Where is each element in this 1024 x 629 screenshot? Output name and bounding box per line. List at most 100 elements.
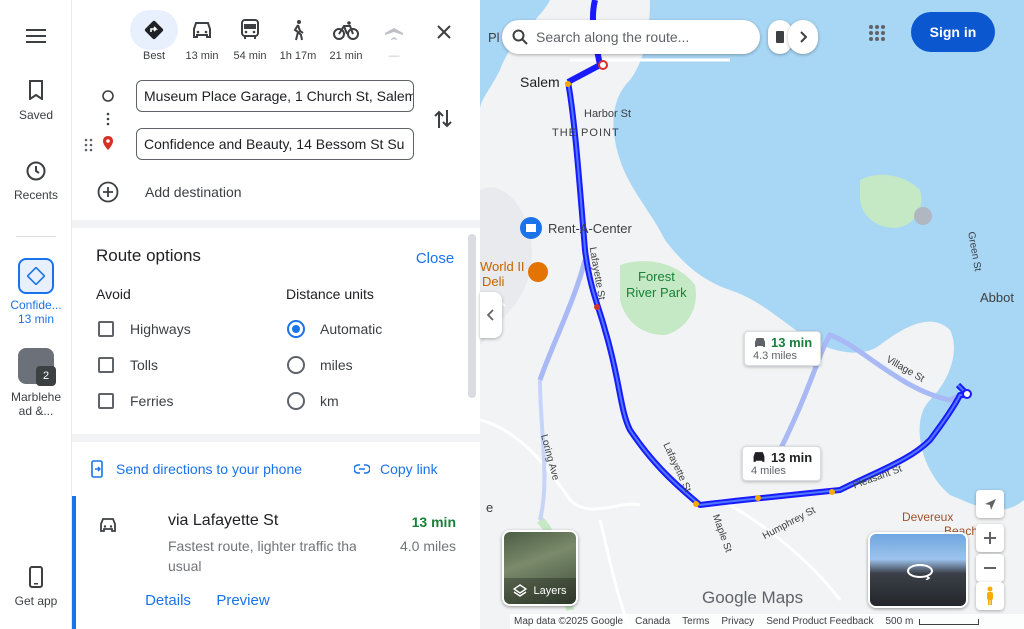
recent-item-confidence[interactable]: Confide... 13 min <box>0 258 72 330</box>
count-badge: 2 <box>36 366 56 386</box>
layers-button[interactable]: Layers <box>502 530 578 606</box>
main-route-distance: 4 miles <box>751 465 786 477</box>
google-apps-button[interactable] <box>858 14 896 52</box>
route-preview-button[interactable]: Preview <box>205 576 281 624</box>
send-to-phone-button[interactable]: Send directions to your phone <box>90 446 302 492</box>
mode-cycling-icon-wrap <box>322 10 370 50</box>
history-icon <box>26 161 46 181</box>
search-along-route-input[interactable]: Search along the route... <box>502 20 760 54</box>
zoom-out-button[interactable] <box>976 554 1004 582</box>
avoid-ferries-checkbox[interactable] <box>98 393 114 409</box>
scale-bar <box>919 618 980 625</box>
bike-icon <box>333 21 359 40</box>
destination-input[interactable]: Confidence and Beauty, 14 Bessom St Su <box>136 128 414 160</box>
recent-directions-thumb <box>18 258 54 294</box>
terms-link[interactable]: Terms <box>682 616 709 627</box>
pegman-icon <box>987 586 993 605</box>
map-footer: Map data ©2025 Google Canada Terms Priva… <box>510 614 1024 629</box>
transit-icon <box>241 19 259 39</box>
distance-units-label: Distance units <box>286 286 374 302</box>
mode-cycling[interactable]: 21 min <box>322 10 370 64</box>
pegman-button[interactable] <box>976 582 1004 610</box>
swap-waypoints-button[interactable] <box>416 88 470 150</box>
car-icon <box>100 518 116 532</box>
map-label-e: e <box>486 500 494 515</box>
link-icon <box>354 464 370 474</box>
directions-icon <box>144 20 164 40</box>
chevron-right-icon <box>800 31 807 43</box>
car-icon <box>193 22 211 38</box>
phone-icon <box>29 566 43 588</box>
add-destination-button[interactable]: Add destination <box>72 170 480 214</box>
avoid-ferries-label[interactable]: Ferries <box>130 393 174 409</box>
copy-link-button[interactable]: Copy link <box>354 446 438 492</box>
region-link[interactable]: Canada <box>635 616 670 627</box>
privacy-link[interactable]: Privacy <box>721 616 754 627</box>
walk-icon <box>293 20 304 41</box>
chips-next-button[interactable] <box>788 20 818 54</box>
add-destination-label: Add destination <box>145 184 242 200</box>
alt-route-callout[interactable]: 13 min 4.3 miles <box>744 331 822 366</box>
mode-transit-label: 54 min <box>233 50 267 62</box>
chevron-left-icon <box>487 309 494 321</box>
send-to-mobile-icon <box>91 460 103 478</box>
drag-handle-icon[interactable] <box>84 138 94 152</box>
waypoint-markers <box>102 90 114 150</box>
copy-link-label: Copy link <box>380 461 438 477</box>
mode-flight[interactable]: — <box>370 10 418 64</box>
route-details-button[interactable]: Details <box>132 576 204 624</box>
units-km-radio[interactable] <box>287 392 305 410</box>
add-circle-icon <box>97 181 119 203</box>
map-label-pl: Pl <box>488 30 500 45</box>
mode-transit[interactable]: 54 min <box>226 10 274 64</box>
mode-walking[interactable]: 1h 17m <box>274 10 322 64</box>
units-miles-label[interactable]: miles <box>320 357 353 373</box>
get-app-label: Get app <box>14 594 58 608</box>
plus-icon <box>984 532 996 544</box>
route-title: via Lafayette St <box>168 512 279 529</box>
mode-driving-icon-wrap <box>178 10 226 50</box>
main-route-callout[interactable]: 13 min 4 miles <box>742 446 822 481</box>
avoid-highways-label[interactable]: Highways <box>130 321 191 337</box>
map-label-abbot: Abbot <box>980 290 1014 305</box>
mode-driving[interactable]: 13 min <box>178 10 226 64</box>
route-options-close-button[interactable]: Close <box>403 234 467 282</box>
sign-in-button[interactable]: Sign in <box>911 12 995 52</box>
avoid-highways-checkbox[interactable] <box>98 321 114 337</box>
mode-best-icon-wrap <box>130 10 178 50</box>
map-label-world-ii: World II <box>480 259 525 274</box>
feedback-link[interactable]: Send Product Feedback <box>766 616 873 627</box>
flight-icon <box>385 20 403 40</box>
units-miles-radio[interactable] <box>287 356 305 374</box>
mode-walking-icon-wrap <box>274 10 322 50</box>
units-km-label[interactable]: km <box>320 393 339 409</box>
mode-best[interactable]: Best <box>130 10 178 64</box>
street-view-thumbnail[interactable] <box>868 532 968 608</box>
panel-scrollbar[interactable] <box>468 234 476 398</box>
route-distance: 4.0 miles <box>399 538 456 554</box>
recent-item-marblehead[interactable]: 2 Marblehe ad &... <box>0 348 72 420</box>
route-description-cont: usual <box>168 558 202 574</box>
send-to-phone-label: Send directions to your phone <box>116 461 303 477</box>
menu-button[interactable] <box>0 22 72 50</box>
avoid-tolls-label[interactable]: Tolls <box>130 357 158 373</box>
alt-route-time: 13 min <box>771 335 813 350</box>
scale-label[interactable]: 500 m <box>885 616 913 627</box>
map-label-rent-a-center: Rent-A-Center <box>548 221 632 236</box>
units-automatic-radio[interactable] <box>287 320 305 338</box>
units-automatic-label[interactable]: Automatic <box>320 321 382 337</box>
map-label-devereux: Devereux <box>902 510 954 524</box>
map-label-salem: Salem <box>520 74 560 90</box>
avoid-tolls-checkbox[interactable] <box>98 357 114 373</box>
get-app-button[interactable]: Get app <box>0 566 72 610</box>
rotate-360-icon <box>907 564 933 580</box>
recents-button[interactable]: Recents <box>0 160 72 210</box>
my-location-button[interactable] <box>976 490 1004 518</box>
saved-button[interactable]: Saved <box>0 80 72 130</box>
close-directions-button[interactable] <box>422 12 466 52</box>
origin-input[interactable]: Museum Place Garage, 1 Church St, Salem <box>136 80 414 112</box>
zoom-in-button[interactable] <box>976 524 1004 552</box>
mode-driving-label: 13 min <box>185 50 219 62</box>
rail-divider <box>16 236 56 237</box>
collapse-panel-button[interactable] <box>480 292 502 338</box>
